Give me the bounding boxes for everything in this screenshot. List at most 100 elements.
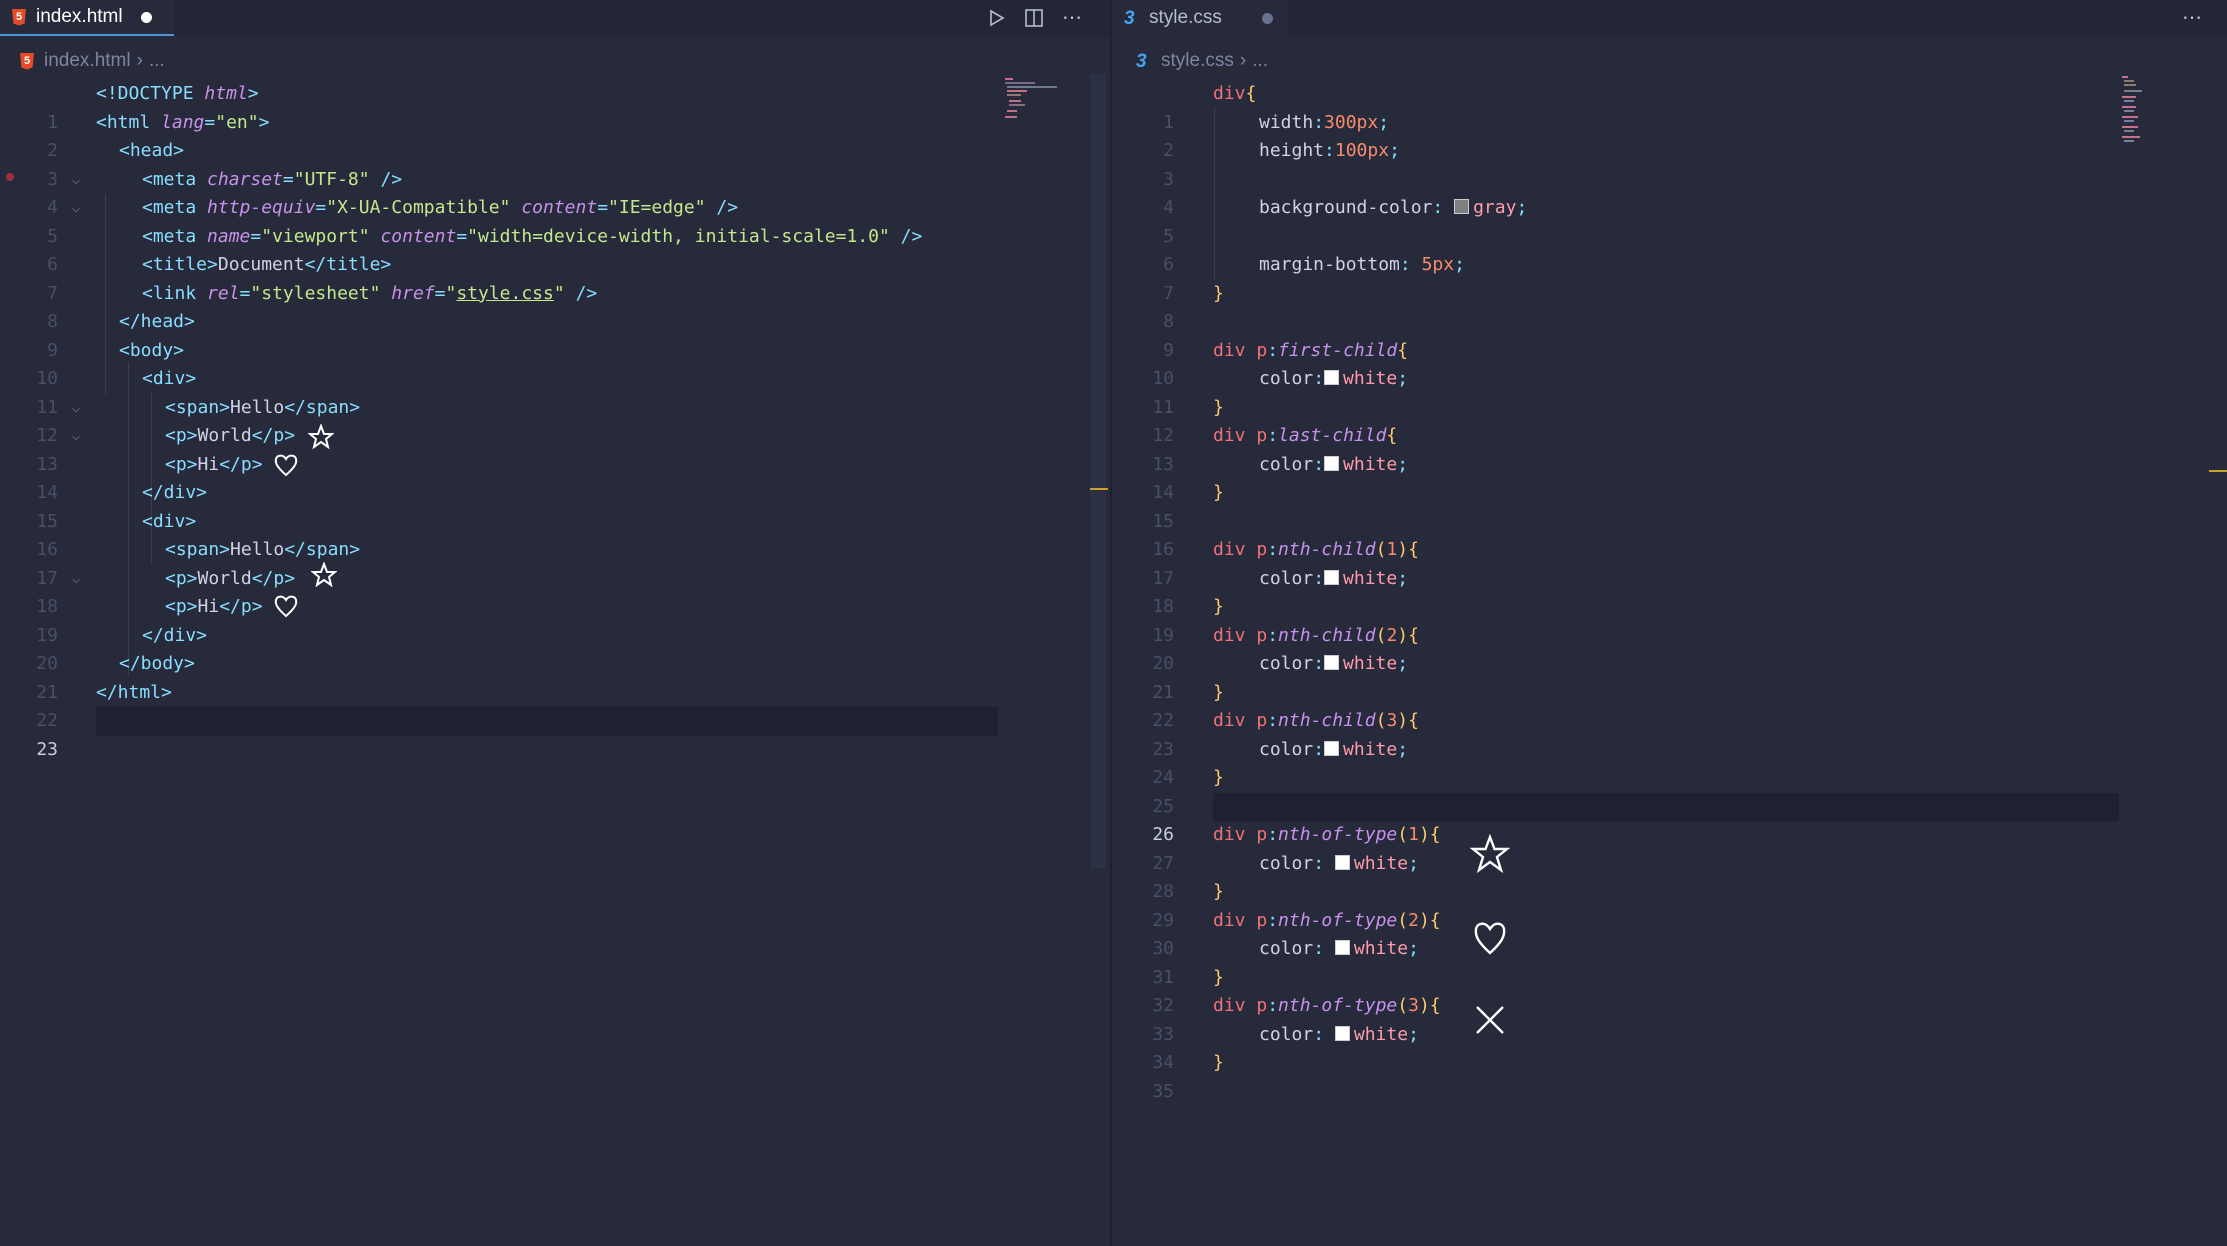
token: :	[1313, 453, 1325, 475]
code-line[interactable]: 21 </body>	[0, 650, 1110, 703]
code-line[interactable]: 24 color: white;	[1112, 736, 2227, 789]
color-swatch-white[interactable]	[1324, 370, 1340, 385]
color-swatch-white[interactable]	[1324, 655, 1340, 670]
breadcrumb-more[interactable]: ...	[1252, 50, 1268, 72]
code-editor[interactable]: 1 <!DOCTYPE html> 2 ⌵ <html lang="en"> 3…	[0, 80, 1110, 1246]
code-line[interactable]: 4	[1112, 166, 2227, 218]
unsaved-dot-icon[interactable]	[1261, 12, 1273, 24]
code-line[interactable]: 1 <!DOCTYPE html>	[0, 80, 1110, 133]
color-swatch-white[interactable]	[1334, 940, 1350, 955]
code-line-current[interactable]: 26	[1112, 793, 2227, 845]
color-swatch-gray[interactable]	[1454, 199, 1470, 214]
breadcrumb-file[interactable]: style.css	[1161, 50, 1234, 72]
code-line[interactable]: 14 color: white;	[1112, 451, 2227, 504]
code-line[interactable]: 29 }	[1112, 878, 2227, 931]
color-swatch-white[interactable]	[1334, 1025, 1350, 1041]
code-line[interactable]: 17 <span>Hello</span>	[0, 536, 1110, 589]
code-line[interactable]: 10 ⌵ <body>	[0, 337, 1110, 416]
code-line[interactable]: 19 }	[1112, 593, 2227, 646]
code-line[interactable]: 17 div p:nth-child(1){	[1112, 536, 2227, 589]
code-line[interactable]: 15 </div>	[0, 479, 1110, 532]
code-line[interactable]: 18 <p>World</p>	[0, 565, 1110, 618]
code-line[interactable]: 35 }	[1112, 1049, 2227, 1102]
token: href	[391, 282, 435, 304]
code-line[interactable]: 4 <meta charset="UTF-8" />	[0, 166, 1110, 219]
token: =	[250, 225, 262, 247]
code-line[interactable]: 34 color: white;	[1112, 1021, 2227, 1074]
code-line[interactable]: 20 </div>	[0, 622, 1110, 675]
token: div	[1213, 995, 1246, 1016]
token: white	[1353, 938, 1409, 959]
code-line[interactable]: 9	[1112, 308, 2227, 361]
vertical-scrollbar[interactable]	[1090, 74, 1106, 868]
color-swatch-white[interactable]	[1324, 455, 1340, 471]
token: <span>	[165, 396, 231, 418]
token: html	[204, 83, 248, 104]
token: </title>	[304, 254, 392, 275]
code-line[interactable]: 11 ⌵ <div>	[0, 365, 1110, 444]
code-line[interactable]: 2 width:300px;	[1112, 109, 2227, 162]
code-line[interactable]: 13 div p:last-child{	[1112, 422, 2227, 475]
code-line[interactable]: 10 div p:first-child{	[1112, 337, 2227, 390]
token: :	[1313, 368, 1325, 389]
split-editor-icon[interactable]	[1024, 8, 1044, 28]
code-line[interactable]: 3 height:100px;	[1112, 137, 2227, 190]
code-line[interactable]: 3 ⌵ <head>	[0, 137, 1110, 216]
code-line[interactable]: 7 <title>Document</title>	[0, 251, 1110, 304]
code-line[interactable]: 22 </html>	[0, 679, 1110, 732]
run-icon[interactable]	[986, 8, 1006, 28]
code-line[interactable]: 19 <p>Hi</p>	[0, 593, 1110, 646]
code-line[interactable]: 23 div p:nth-child(3){	[1112, 707, 2227, 760]
code-line[interactable]: 22 }	[1112, 679, 2227, 732]
code-editor[interactable]: 1 div{ 2 width:300px; 3 height:100px; 4 …	[1112, 80, 2227, 1246]
more-actions-icon[interactable]: ⋯	[2182, 8, 2202, 28]
code-line[interactable]: 25 }	[1112, 764, 2227, 817]
modified-dot-icon[interactable]	[140, 11, 152, 23]
code-line[interactable]: 6	[1112, 223, 2227, 275]
token: World	[197, 425, 252, 446]
code-line[interactable]: 8 }	[1112, 280, 2227, 333]
color-swatch-white[interactable]	[1334, 854, 1350, 870]
code-line[interactable]: 16 ⌵ <div>	[0, 508, 1110, 587]
code-line[interactable]: 28 color: white;	[1112, 850, 2227, 903]
code-line[interactable]: 12 <span>Hello</span>	[0, 394, 1110, 447]
code-line[interactable]: 18 color: white;	[1112, 565, 2227, 618]
code-line[interactable]: 30 div p:nth-of-type(2){	[1112, 907, 2227, 960]
code-line[interactable]: 32 }	[1112, 964, 2227, 1017]
token: :	[1267, 909, 1279, 931]
token: >	[258, 111, 270, 133]
code-line[interactable]: 6 <meta name="viewport" content="width=d…	[0, 223, 1110, 276]
code-line[interactable]: 14 <p>Hi</p>	[0, 451, 1110, 504]
code-line[interactable]: 11 color: white;	[1112, 365, 2227, 418]
code-line[interactable]: 7 margin-bottom: 5px;	[1112, 251, 2227, 304]
code-line[interactable]: 5 background-color: gray;	[1112, 194, 2227, 247]
breadcrumb-more[interactable]: ...	[149, 50, 165, 72]
code-line[interactable]: 33 div p:nth-of-type(3){	[1112, 992, 2227, 1045]
token: ;	[1408, 1023, 1419, 1045]
code-line[interactable]: 9 </head>	[0, 308, 1110, 361]
code-line[interactable]: 27 div p:nth-of-type(1){	[1112, 821, 2227, 874]
code-line[interactable]: 2 ⌵ <html lang="en">	[0, 109, 1110, 188]
code-line[interactable]: 21 color: white;	[1112, 650, 2227, 703]
code-line[interactable]: 31 color: white;	[1112, 935, 2227, 988]
tab-style-css[interactable]: 3 style.css	[1112, 0, 1288, 36]
code-line[interactable]: 20 div p:nth-child(2){	[1112, 622, 2227, 675]
minimap[interactable]	[2122, 74, 2152, 148]
minimap[interactable]	[1005, 74, 1085, 124]
more-actions-icon[interactable]: ⋯	[1062, 8, 1082, 28]
token: <p>	[165, 596, 198, 617]
code-line-current[interactable]: 23	[0, 707, 1110, 760]
code-line[interactable]: 1 div{	[1112, 80, 2227, 133]
code-line[interactable]: 8 <link rel="stylesheet" href="style.css…	[0, 280, 1110, 333]
code-line[interactable]: 15 }	[1112, 479, 2227, 532]
color-swatch-white[interactable]	[1324, 740, 1340, 756]
code-line[interactable]: 5 <meta http-equiv="X-UA-Compatible" con…	[0, 194, 1110, 247]
token: "	[445, 282, 457, 304]
tab-index-html[interactable]: 5 index.html	[0, 0, 174, 36]
breadcrumb-file[interactable]: index.html	[44, 50, 131, 72]
code-line[interactable]: 13 <p>World</p>	[0, 422, 1110, 475]
stylesheet-link[interactable]: style.css	[456, 283, 554, 304]
color-swatch-white[interactable]	[1324, 569, 1340, 585]
code-line[interactable]: 12 }	[1112, 394, 2227, 447]
code-line[interactable]: 16	[1112, 508, 2227, 560]
